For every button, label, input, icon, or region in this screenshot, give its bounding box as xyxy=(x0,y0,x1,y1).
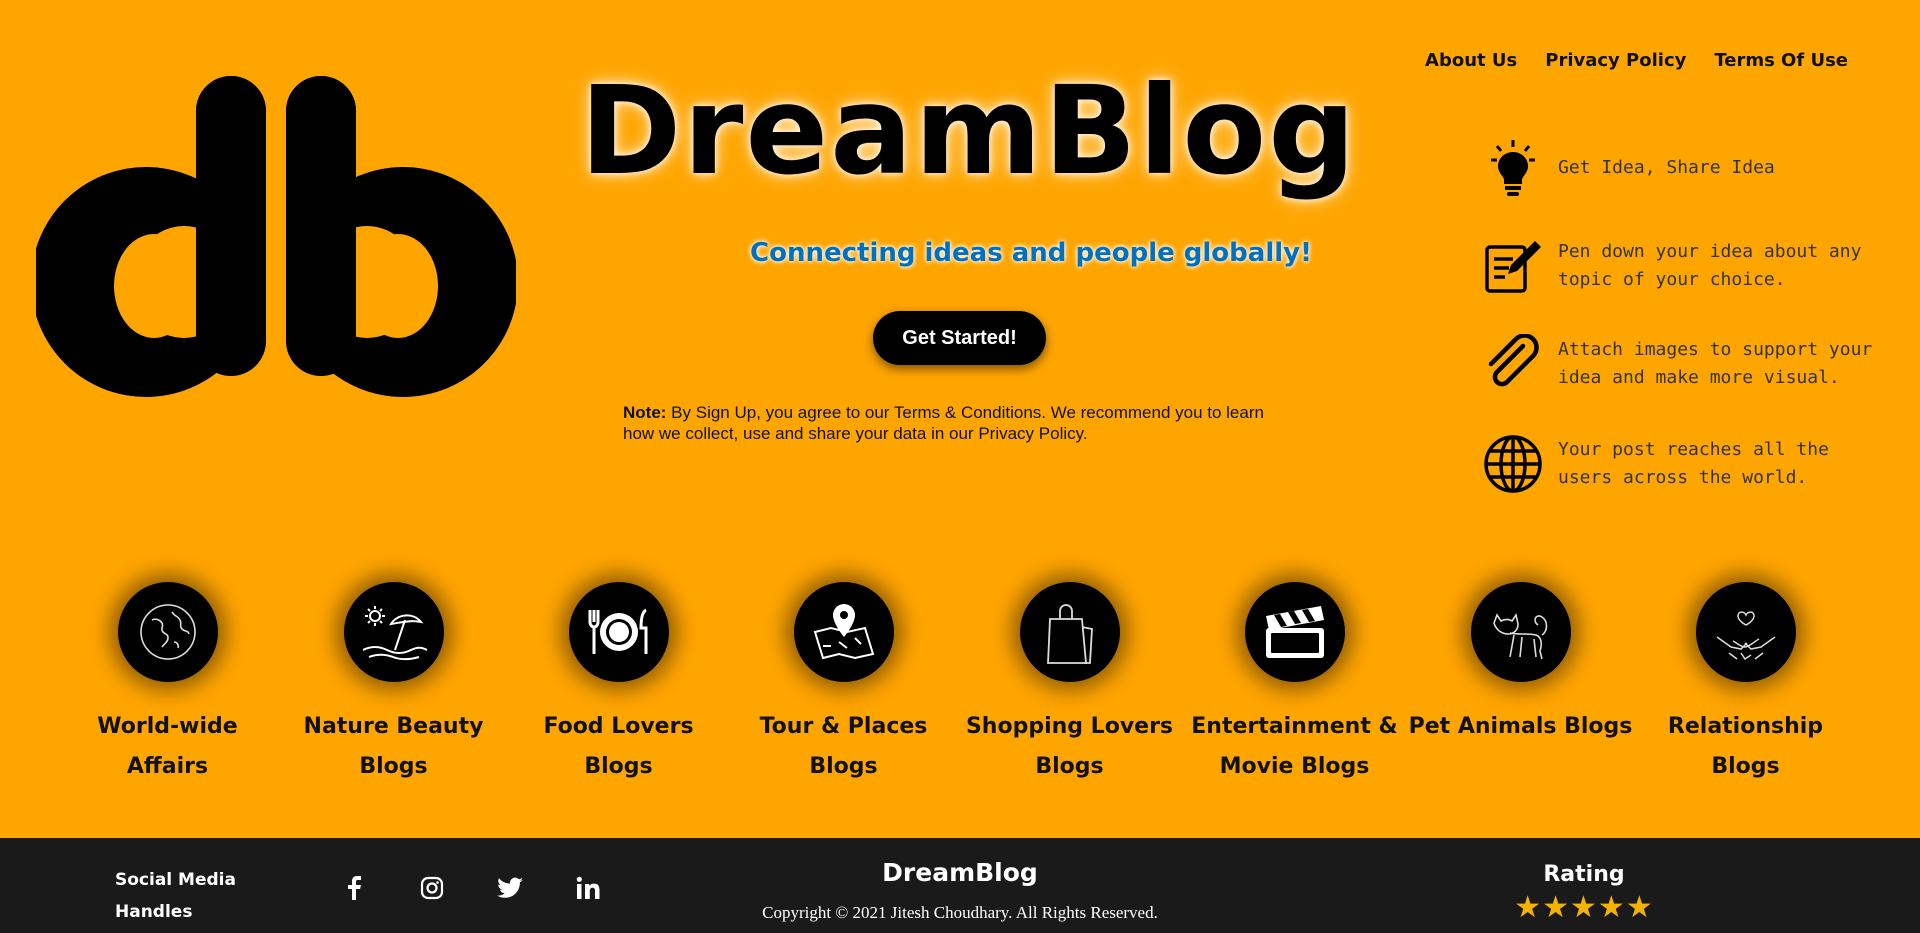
earth-icon xyxy=(117,582,218,682)
feature-item: Attach images to support your idea and m… xyxy=(1478,329,1888,399)
category-food-lovers-blogs[interactable]: Food Lovers Blogs xyxy=(506,582,731,787)
paperclip-icon xyxy=(1478,329,1548,399)
plate-cutlery-icon xyxy=(568,582,669,682)
category-label: Relationship Blogs xyxy=(1667,714,1824,779)
category-shopping-lovers-blogs[interactable]: Shopping Lovers Blogs xyxy=(957,582,1182,787)
signup-note: Note: By Sign Up, you agree to our Terms… xyxy=(623,402,1283,444)
globe-icon xyxy=(1478,429,1548,499)
category-entertainment-movie-blogs[interactable]: Entertainment & Movie Blogs xyxy=(1182,582,1407,787)
category-label: World-wide Affairs xyxy=(97,714,238,779)
category-label: Nature Beauty Blogs xyxy=(303,714,484,779)
beach-umbrella-icon xyxy=(343,582,444,682)
category-label: Entertainment & Movie Blogs xyxy=(1191,714,1398,779)
site-footer: Social Media Handles DreamBlog Copyright… xyxy=(0,838,1920,933)
note-label: Note: xyxy=(623,403,667,422)
category-label: Tour & Places Blogs xyxy=(759,714,928,779)
feature-text: Attach images to support your idea and m… xyxy=(1558,339,1873,388)
holding-hands-icon xyxy=(1695,582,1796,682)
feature-text: Pen down your idea about any topic of yo… xyxy=(1558,241,1862,290)
feature-item: Get Idea, Share Idea xyxy=(1478,133,1888,203)
site-title: DreamBlog xyxy=(580,60,1358,202)
clapperboard-icon xyxy=(1244,582,1345,682)
shopping-bag-icon xyxy=(1019,582,1120,682)
dreamblog-logo xyxy=(36,76,516,397)
category-label: Pet Animals Blogs xyxy=(1408,714,1633,739)
top-nav: About Us Privacy Policy Terms Of Use xyxy=(1425,50,1848,71)
nav-terms-of-use[interactable]: Terms Of Use xyxy=(1714,50,1848,71)
rating-section: Rating ★★★★★ xyxy=(1504,862,1664,923)
category-tour-places-blogs[interactable]: Tour & Places Blogs xyxy=(731,582,956,787)
cat-icon xyxy=(1470,582,1571,682)
map-pin-icon xyxy=(793,582,894,682)
tagline: Connecting ideas and people globally! xyxy=(750,238,1312,268)
category-pet-animals-blogs[interactable]: Pet Animals Blogs xyxy=(1408,582,1633,747)
lightbulb-icon xyxy=(1478,133,1548,203)
pen-notepad-icon xyxy=(1478,231,1548,301)
category-label: Food Lovers Blogs xyxy=(543,714,694,779)
feature-text: Your post reaches all the users across t… xyxy=(1558,439,1829,488)
get-started-button[interactable]: Get Started! xyxy=(873,311,1046,365)
feature-item: Your post reaches all the users across t… xyxy=(1478,429,1888,499)
nav-privacy-policy[interactable]: Privacy Policy xyxy=(1545,50,1686,71)
category-world-wide-affairs[interactable]: World-wide Affairs xyxy=(55,582,280,787)
category-relationship-blogs[interactable]: Relationship Blogs xyxy=(1633,582,1858,787)
rating-stars: ★★★★★ xyxy=(1514,890,1654,925)
feature-text: Get Idea, Share Idea xyxy=(1558,157,1775,178)
category-nature-beauty-blogs[interactable]: Nature Beauty Blogs xyxy=(281,582,506,787)
category-label: Shopping Lovers Blogs xyxy=(965,714,1174,779)
feature-item: Pen down your idea about any topic of yo… xyxy=(1478,231,1888,301)
rating-label: Rating xyxy=(1543,862,1625,887)
note-text: By Sign Up, you agree to our Terms & Con… xyxy=(623,403,1264,443)
nav-about-us[interactable]: About Us xyxy=(1425,50,1517,71)
